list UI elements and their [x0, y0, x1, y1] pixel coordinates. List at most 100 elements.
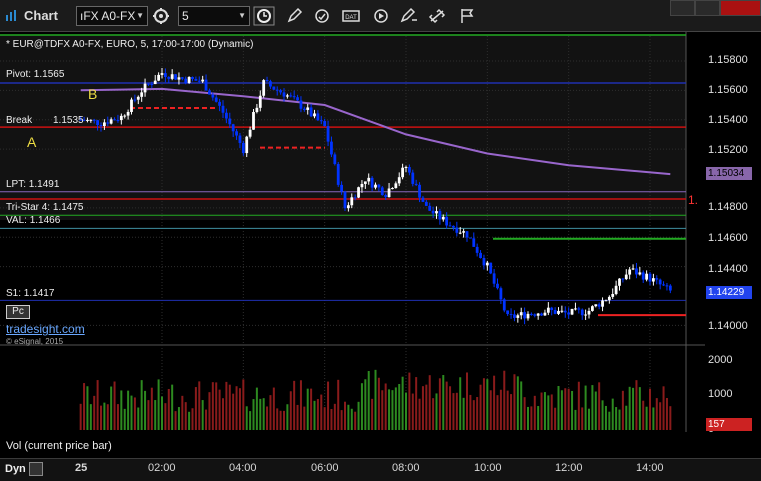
candle-body [228, 118, 232, 125]
candle-body [136, 96, 140, 100]
candle-body [119, 115, 123, 121]
candle-body [272, 86, 276, 90]
candle-body [563, 310, 567, 313]
volume-bar [594, 391, 597, 430]
candle-body [374, 184, 377, 188]
volume-bar [425, 384, 428, 430]
clock-icon[interactable] [253, 6, 275, 26]
volume-bar [510, 394, 513, 430]
candle-body [594, 304, 598, 307]
candle-body [407, 167, 411, 173]
volume-bar [452, 393, 455, 430]
candle-body [479, 252, 482, 259]
volume-bar [249, 411, 252, 430]
candle-body [204, 79, 208, 91]
price-tick: 1.15200 [708, 144, 748, 156]
volume-bar [218, 389, 221, 430]
volume-bar [228, 384, 231, 430]
settings-icon[interactable] [150, 6, 172, 26]
maximize-button[interactable] [695, 0, 720, 16]
volume-bar [222, 398, 224, 430]
candle-body [601, 300, 604, 307]
volume-bar [394, 387, 397, 430]
candle-body [299, 100, 303, 109]
volume-bar [611, 398, 614, 430]
candle-body [133, 99, 137, 101]
chevron-down-icon: ▼ [238, 11, 246, 20]
candle-body [645, 273, 649, 280]
candle-body [394, 183, 398, 189]
volume-bar [79, 403, 82, 430]
candle-body [140, 92, 144, 97]
flag-icon[interactable] [456, 6, 478, 26]
candle-body [424, 201, 428, 206]
minimize-button[interactable] [670, 0, 695, 16]
volume-bar [466, 372, 468, 430]
volume-bar [560, 390, 563, 430]
volume-bar [669, 406, 672, 430]
volume-bar [83, 383, 86, 430]
candle-body [604, 300, 608, 302]
price-tick: 1.14000 [708, 320, 748, 332]
edit-icon[interactable] [398, 6, 420, 26]
volume-bar [140, 380, 143, 430]
volume-bar [306, 388, 309, 430]
price-tick: 1.14800 [708, 201, 748, 213]
refresh-icon[interactable] [311, 6, 333, 26]
interval-select[interactable]: 5 ▼ [178, 6, 250, 26]
candle-body [465, 231, 469, 238]
pivot-label: Pivot: 1.1565 [6, 69, 65, 80]
candle-body [323, 121, 327, 127]
volume-bar [323, 407, 326, 430]
play-icon[interactable] [370, 6, 392, 26]
watermark: tradesight.com [6, 322, 85, 336]
volume-bar [462, 397, 465, 430]
pencil-icon[interactable] [283, 6, 305, 26]
volume-bar [662, 386, 665, 430]
volume-bar [181, 395, 184, 430]
magnifier-icon[interactable] [29, 462, 43, 476]
volume-bar [479, 384, 482, 430]
candle-body [448, 225, 452, 227]
chart-header: * EUR@TDFX A0-FX, EURO, 5, 17:00-17:00 (… [6, 39, 254, 50]
symbol-input[interactable]: ıFX A0-FX ▼ [76, 6, 148, 26]
candle-body [516, 315, 520, 318]
chart-app-icon [6, 10, 16, 21]
price-chart[interactable] [0, 32, 705, 432]
volume-bar [184, 402, 187, 430]
volume-bar [621, 390, 624, 430]
volume-bar [591, 385, 594, 430]
volume-bar [347, 404, 350, 430]
volume-bar [655, 398, 658, 430]
candle-body [431, 210, 435, 214]
volume-bar [266, 406, 269, 430]
volume-bar [564, 388, 567, 430]
volume-bar [245, 406, 248, 430]
candle-body [238, 135, 242, 143]
volume-label: Vol (current price bar) [6, 440, 112, 452]
candle-body [248, 129, 252, 137]
link-icon[interactable] [426, 6, 448, 26]
window-title: Chart [24, 8, 58, 23]
candle-body [499, 288, 503, 300]
close-button[interactable] [720, 0, 761, 16]
volume-bar [571, 390, 574, 430]
candle-body [292, 96, 296, 98]
candle-body [174, 74, 177, 80]
copyright-label: © eSignal, 2015 [6, 337, 64, 346]
candle-body [665, 285, 669, 287]
candle-body [333, 154, 337, 165]
candle-body [577, 308, 581, 310]
pc-button[interactable]: Pc [6, 305, 30, 319]
volume-bar [445, 381, 448, 430]
candle-body [123, 115, 127, 117]
candle-body [638, 272, 642, 275]
volume-bar [127, 390, 130, 430]
candle-body [360, 183, 364, 188]
volume-bar [194, 387, 197, 430]
data-window-icon[interactable]: DAT [340, 6, 362, 26]
volume-bar [493, 375, 496, 430]
candle-body [475, 246, 479, 253]
candle-body [421, 197, 425, 202]
volume-bar [503, 370, 506, 430]
